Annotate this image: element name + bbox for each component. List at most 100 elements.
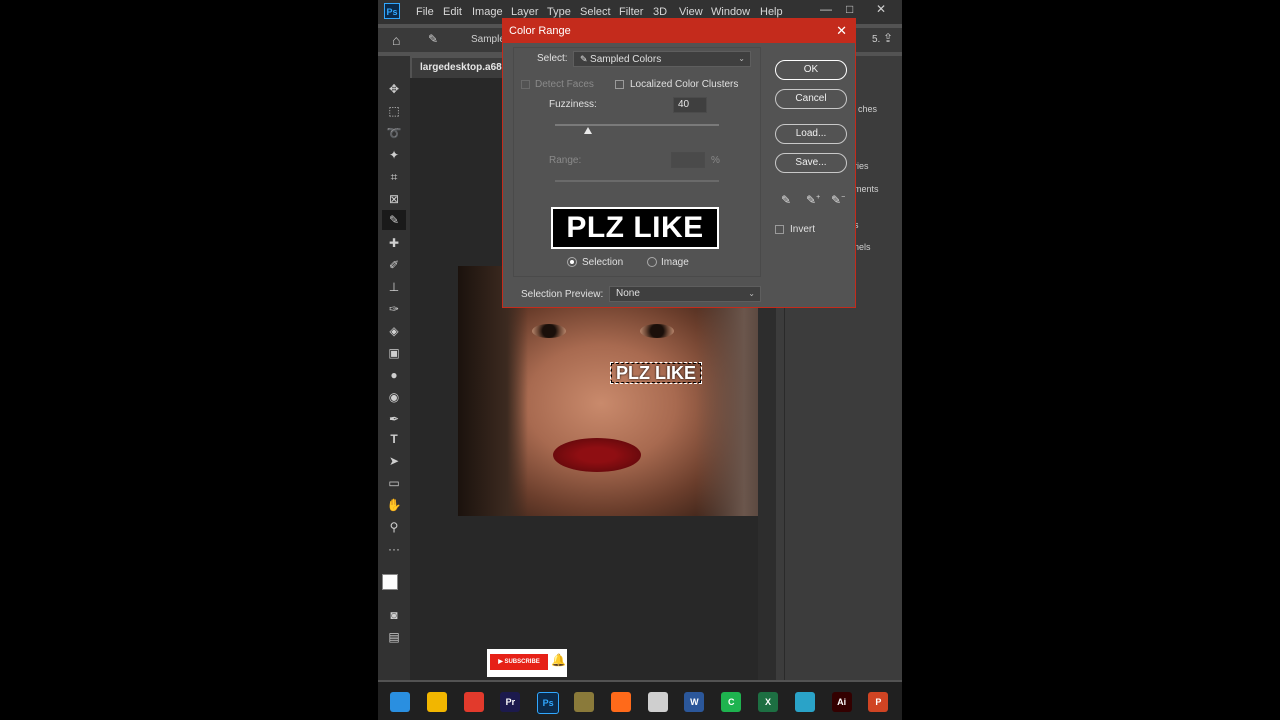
selected-text-layer[interactable]: PLZ LIKE bbox=[610, 362, 702, 384]
selection-radio[interactable] bbox=[567, 257, 577, 267]
detect-faces-checkbox[interactable] bbox=[521, 80, 530, 89]
windows-taskbar: Pr Ps W C X Ai P bbox=[378, 682, 902, 720]
image-radio[interactable] bbox=[647, 257, 657, 267]
blur-tool-icon[interactable]: ● bbox=[386, 368, 402, 382]
globe-icon[interactable] bbox=[574, 692, 594, 712]
hand-tool-icon[interactable]: ✋ bbox=[386, 498, 402, 512]
eyedropper-icon[interactable]: ✎ bbox=[781, 193, 791, 207]
brush-tool-icon[interactable]: ✐ bbox=[386, 258, 402, 272]
firefox-icon[interactable] bbox=[610, 692, 631, 712]
eyedropper-option-icon[interactable]: ✎ bbox=[428, 32, 438, 46]
document-tab[interactable]: largedesktop.a68 bbox=[412, 58, 502, 78]
dialog-close-icon[interactable]: ✕ bbox=[836, 19, 847, 43]
history-brush-tool-icon[interactable]: ✑ bbox=[386, 302, 402, 316]
fuzziness-slider-thumb[interactable] bbox=[583, 127, 592, 134]
subscribe-button[interactable]: ▶ SUBSCRIBE bbox=[490, 654, 548, 670]
zoom-tool-icon[interactable]: ⚲ bbox=[386, 520, 402, 534]
screen-mode-icon[interactable]: ▤ bbox=[386, 630, 402, 644]
move-tool-icon[interactable]: ✥ bbox=[386, 82, 402, 96]
foreground-color-swatch[interactable] bbox=[382, 574, 398, 590]
magic-wand-tool-icon[interactable]: ✦ bbox=[386, 148, 402, 162]
dialog-title: Color Range bbox=[509, 25, 571, 37]
pen-tool-icon[interactable]: ✒ bbox=[386, 412, 402, 426]
rectangle-tool-icon[interactable]: ▭ bbox=[386, 476, 402, 490]
eyedropper-tool-icon[interactable]: ✎ bbox=[382, 210, 406, 230]
snipping-tool-icon[interactable] bbox=[647, 692, 668, 712]
stamp-tool-icon[interactable]: ⊥ bbox=[386, 280, 402, 294]
remote-desktop-icon[interactable] bbox=[794, 692, 815, 712]
selection-preview-dropdown[interactable]: None ⌄ bbox=[609, 286, 761, 302]
cancel-button[interactable]: Cancel bbox=[775, 89, 847, 109]
menu-edit[interactable]: Edit bbox=[443, 6, 462, 18]
minimize-icon[interactable]: — bbox=[820, 2, 832, 16]
menu-filter[interactable]: Filter bbox=[619, 6, 643, 18]
menu-window[interactable]: Window bbox=[711, 6, 750, 18]
file-explorer-icon[interactable] bbox=[426, 692, 447, 712]
menu-image[interactable]: Image bbox=[472, 6, 503, 18]
selection-preview-box: PLZ LIKE bbox=[551, 207, 719, 249]
fuzziness-slider-track[interactable] bbox=[555, 124, 719, 126]
chrome-icon[interactable] bbox=[463, 692, 484, 712]
localized-clusters-checkbox[interactable] bbox=[615, 80, 624, 89]
detect-faces-label: Detect Faces bbox=[535, 79, 594, 90]
menu-type[interactable]: Type bbox=[547, 6, 571, 18]
panel-label-swatches[interactable]: ches bbox=[858, 104, 877, 114]
gradient-tool-icon[interactable]: ▣ bbox=[386, 346, 402, 360]
excel-icon[interactable]: X bbox=[758, 692, 778, 712]
illustrator-icon[interactable]: Ai bbox=[831, 692, 852, 712]
bell-icon[interactable]: 🔔 bbox=[551, 653, 566, 667]
fuzziness-input[interactable]: 40 bbox=[673, 97, 707, 113]
fuzziness-label: Fuzziness: bbox=[549, 99, 597, 110]
more-tools-icon[interactable]: ··· bbox=[386, 542, 402, 556]
select-dropdown[interactable]: ✎ Sampled Colors ⌄ bbox=[573, 51, 751, 67]
frame-tool-icon[interactable]: ⊠ bbox=[386, 192, 402, 206]
menu-help[interactable]: Help bbox=[760, 6, 783, 18]
home-icon[interactable]: ⌂ bbox=[392, 32, 400, 48]
word-icon[interactable]: W bbox=[684, 692, 705, 712]
premiere-icon[interactable]: Pr bbox=[500, 692, 521, 712]
select-value: Sampled Colors bbox=[590, 54, 662, 65]
quick-mask-icon[interactable]: ◙ bbox=[386, 608, 402, 622]
camtasia-icon[interactable]: C bbox=[721, 692, 742, 712]
sample-label: Sample bbox=[471, 34, 505, 45]
localized-clusters-label: Localized Color Clusters bbox=[630, 79, 739, 90]
panel-label-channels[interactable]: nels bbox=[854, 242, 871, 252]
menu-view[interactable]: View bbox=[679, 6, 703, 18]
save-button[interactable]: Save... bbox=[775, 153, 847, 173]
eraser-tool-icon[interactable]: ◈ bbox=[386, 324, 402, 338]
path-selection-tool-icon[interactable]: ➤ bbox=[386, 454, 402, 468]
chevron-down-icon: ⌄ bbox=[748, 289, 755, 298]
eyedropper-minus-icon[interactable]: ✎− bbox=[831, 193, 845, 207]
menu-layer[interactable]: Layer bbox=[511, 6, 539, 18]
lasso-tool-icon[interactable]: ➰ bbox=[386, 126, 402, 140]
image-radio-label: Image bbox=[661, 257, 689, 268]
menu-file[interactable]: File bbox=[416, 6, 434, 18]
menu-3d[interactable]: 3D bbox=[653, 6, 667, 18]
windows-start-icon[interactable] bbox=[390, 692, 410, 712]
marquee-tool-icon[interactable]: ⬚ bbox=[386, 104, 402, 118]
crop-tool-icon[interactable]: ⌗ bbox=[386, 170, 402, 184]
selection-preview-label: Selection Preview: bbox=[521, 289, 604, 300]
dialog-title-bar: Color Range ✕ bbox=[503, 19, 855, 43]
share-icon[interactable]: ⇪ bbox=[883, 31, 893, 45]
panel-label-adjustments[interactable]: ments bbox=[854, 184, 879, 194]
photoshop-icon[interactable]: Ps bbox=[537, 692, 560, 714]
eyedropper-small-icon: ✎ bbox=[580, 54, 591, 64]
subscribe-badge[interactable]: ▶ SUBSCRIBE 🔔 bbox=[487, 649, 567, 677]
type-tool-icon[interactable]: T bbox=[386, 432, 402, 446]
close-window-icon[interactable]: ✕ bbox=[876, 2, 886, 16]
photoshop-logo-icon: Ps bbox=[384, 3, 400, 19]
ok-button[interactable]: OK bbox=[775, 60, 847, 80]
color-range-dialog: Color Range ✕ Select: ✎ Sampled Colors ⌄… bbox=[502, 18, 856, 308]
invert-checkbox[interactable] bbox=[775, 225, 784, 234]
maximize-icon[interactable]: □ bbox=[846, 2, 853, 16]
eyedropper-plus-icon[interactable]: ✎+ bbox=[806, 193, 820, 207]
powerpoint-icon[interactable]: P bbox=[868, 692, 889, 712]
load-button[interactable]: Load... bbox=[775, 124, 847, 144]
panel-label-libraries[interactable]: ries bbox=[854, 161, 869, 171]
menu-select[interactable]: Select bbox=[580, 6, 611, 18]
photoshop-window: Ps File Edit Image Layer Type Select Fil… bbox=[378, 0, 902, 720]
subscribe-label: SUBSCRIBE bbox=[504, 659, 540, 665]
dodge-tool-icon[interactable]: ◉ bbox=[386, 390, 402, 404]
healing-brush-tool-icon[interactable]: ✚ bbox=[386, 236, 402, 250]
